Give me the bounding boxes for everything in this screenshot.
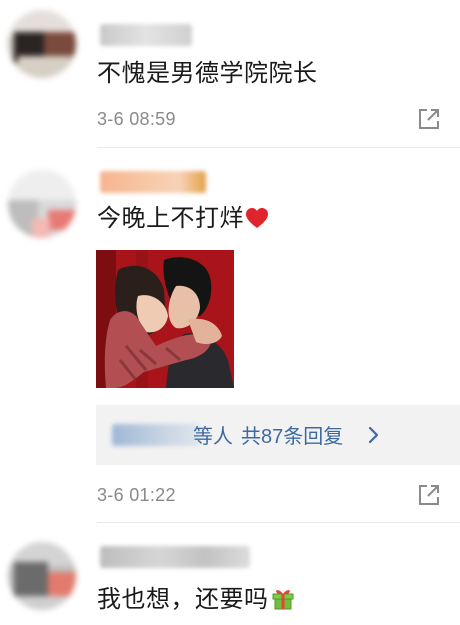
username-blurred[interactable] (100, 546, 250, 568)
gift-icon (272, 590, 293, 610)
comment-text: 我也想，还要吗 (97, 585, 295, 615)
comment-text-content: 我也想，还要吗 (97, 586, 269, 613)
avatar[interactable] (8, 542, 76, 610)
comment-item-3: 我也想，还要吗 (0, 0, 460, 625)
